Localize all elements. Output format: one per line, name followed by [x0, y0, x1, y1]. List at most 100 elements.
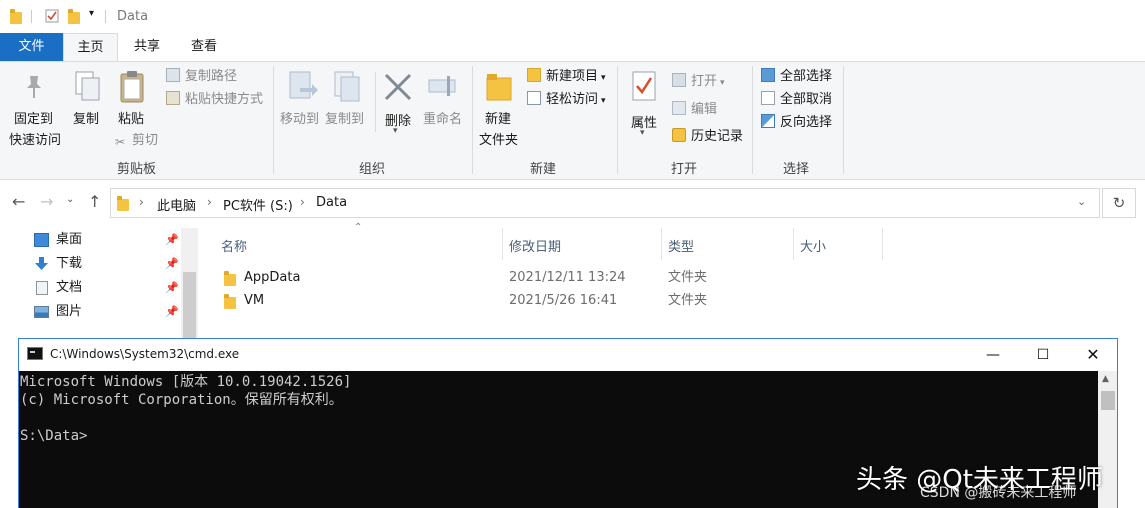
divider [472, 66, 473, 174]
pin-icon[interactable]: 📌 [165, 229, 179, 251]
cut-button[interactable]: ✂ 剪切 [113, 131, 158, 151]
divider [273, 66, 274, 174]
up-arrow-icon[interactable]: ↑ [88, 192, 101, 211]
pin-icon[interactable]: 📌 [165, 301, 179, 323]
chevron-down-icon[interactable]: ⌄ [1077, 195, 1086, 208]
select-none-label: 全部取消 [780, 92, 833, 107]
easy-access-icon [527, 91, 541, 105]
table-row[interactable]: VM 2021/5/26 16:41 文件夹 [218, 290, 898, 312]
column-header-size[interactable]: 大小 [800, 236, 826, 255]
properties-check-icon[interactable] [45, 9, 59, 23]
nav-pane-scrollbar-thumb[interactable] [183, 272, 196, 338]
table-row[interactable]: AppData 2021/12/11 13:24 文件夹 [218, 267, 898, 289]
column-header-name[interactable]: 名称 [221, 236, 247, 255]
refresh-icon: ↻ [1112, 194, 1126, 212]
file-type: 文件夹 [668, 270, 708, 285]
column-header-type[interactable]: 类型 [668, 236, 694, 255]
copy-to-icon [331, 70, 365, 108]
delete-icon [383, 72, 413, 106]
paste-icon [118, 70, 146, 108]
new-item-dropdown-icon: ▾ [601, 73, 606, 83]
breadcrumb-drive[interactable]: PC软件 (S:) [223, 195, 293, 214]
copy-path-label: 复制路径 [185, 69, 238, 84]
select-none-icon [761, 91, 775, 105]
breadcrumb-this-pc[interactable]: 此电脑 [157, 195, 196, 214]
cmd-window-title: C:\Windows\System32\cmd.exe [50, 347, 240, 361]
divider [843, 66, 844, 174]
delete-button[interactable]: 删除 [385, 110, 411, 129]
rename-icon [427, 74, 461, 104]
ribbon-tabs: 文件 主页 共享 查看 [0, 33, 1145, 62]
breadcrumb-data[interactable]: Data [316, 195, 347, 210]
nav-item-documents[interactable]: 文档 📌 [34, 277, 184, 299]
history-button[interactable]: 历史记录 [672, 127, 743, 147]
edit-button[interactable]: 编辑 [672, 100, 717, 120]
properties-icon [630, 70, 658, 108]
open-button[interactable]: 打开 ▾ [672, 72, 725, 92]
address-bar[interactable]: › 此电脑 › PC软件 (S:) › Data ⌄ [110, 188, 1100, 218]
chevron-right-icon[interactable]: › [139, 195, 144, 209]
pin-quick-access-button[interactable]: 固定到 快速访问 [9, 108, 61, 148]
tab-home[interactable]: 主页 [63, 33, 118, 62]
new-folder-quick-icon[interactable] [67, 9, 81, 24]
copy-path-icon [166, 68, 180, 82]
sort-ascending-icon: ⌃ [354, 222, 363, 233]
open-label: 打开 [691, 74, 718, 89]
nav-item-desktop[interactable]: 桌面 📌 [34, 229, 184, 251]
invert-selection-button[interactable]: 反向选择 [761, 113, 832, 133]
copy-icon [72, 70, 102, 108]
easy-access-dropdown-icon: ▾ [601, 96, 606, 106]
select-all-button[interactable]: 全部选择 [761, 67, 832, 87]
divider [31, 10, 32, 23]
tab-share[interactable]: 共享 [121, 33, 173, 61]
properties-dropdown-icon[interactable]: ▾ [640, 128, 645, 138]
cmd-scrollbar-thumb[interactable] [1101, 391, 1115, 410]
chevron-right-icon[interactable]: › [207, 195, 212, 209]
refresh-button[interactable]: ↻ [1102, 188, 1136, 218]
tab-file[interactable]: 文件 [0, 33, 63, 61]
maximize-button[interactable]: ☐ [1020, 339, 1066, 371]
scroll-up-icon[interactable]: ▲ [1102, 374, 1109, 384]
minimize-icon: — [986, 347, 1000, 363]
recent-locations-icon[interactable]: ⌄ [66, 194, 74, 205]
close-button[interactable]: ✕ [1070, 339, 1116, 371]
paste-button[interactable]: 粘贴 [118, 108, 144, 127]
new-item-button[interactable]: 新建项目 ▾ [527, 67, 606, 87]
copy-to-button[interactable]: 复制到 [325, 108, 364, 127]
maximize-icon: ☐ [1036, 347, 1050, 363]
paste-shortcut-button[interactable]: 粘贴快捷方式 [166, 90, 263, 110]
back-arrow-icon[interactable]: ← [12, 192, 25, 211]
forward-arrow-icon[interactable]: → [40, 192, 53, 211]
column-header-date[interactable]: 修改日期 [509, 236, 561, 255]
pin-icon[interactable]: 📌 [165, 277, 179, 299]
chevron-right-icon[interactable]: › [300, 195, 305, 209]
select-none-button[interactable]: 全部取消 [761, 90, 832, 110]
rename-button[interactable]: 重命名 [423, 108, 462, 127]
nav-item-pictures[interactable]: 图片 📌 [34, 301, 184, 323]
edit-label: 编辑 [691, 102, 718, 117]
divider [105, 10, 106, 23]
copy-path-button[interactable]: 复制路径 [166, 67, 237, 87]
divider[interactable] [793, 228, 794, 260]
pin-icon[interactable]: 📌 [165, 253, 179, 275]
move-to-button[interactable]: 移动到 [280, 108, 319, 127]
tab-view[interactable]: 查看 [178, 33, 230, 61]
minimize-button[interactable]: — [970, 339, 1016, 371]
nav-item-downloads[interactable]: 下载 📌 [34, 253, 184, 275]
divider[interactable] [661, 228, 662, 260]
folder-icon [9, 9, 23, 24]
document-icon [36, 281, 48, 295]
new-folder-button[interactable]: 新建 文件夹 [479, 108, 518, 148]
open-dropdown-icon: ▾ [720, 78, 725, 88]
console-line: Microsoft Windows [版本 10.0.19042.1526] [20, 374, 352, 390]
nav-item-label: 下载 [56, 256, 83, 271]
copy-button[interactable]: 复制 [73, 108, 99, 127]
new-folder-label-line1: 新建 [485, 112, 512, 127]
divider[interactable] [502, 228, 503, 260]
divider[interactable] [882, 228, 883, 260]
customize-toolbar-icon[interactable]: ▾ [89, 8, 103, 22]
nav-item-label: 图片 [56, 304, 83, 319]
delete-dropdown-icon[interactable]: ▾ [393, 126, 398, 136]
file-name: AppData [244, 270, 301, 285]
easy-access-button[interactable]: 轻松访问 ▾ [527, 90, 606, 110]
